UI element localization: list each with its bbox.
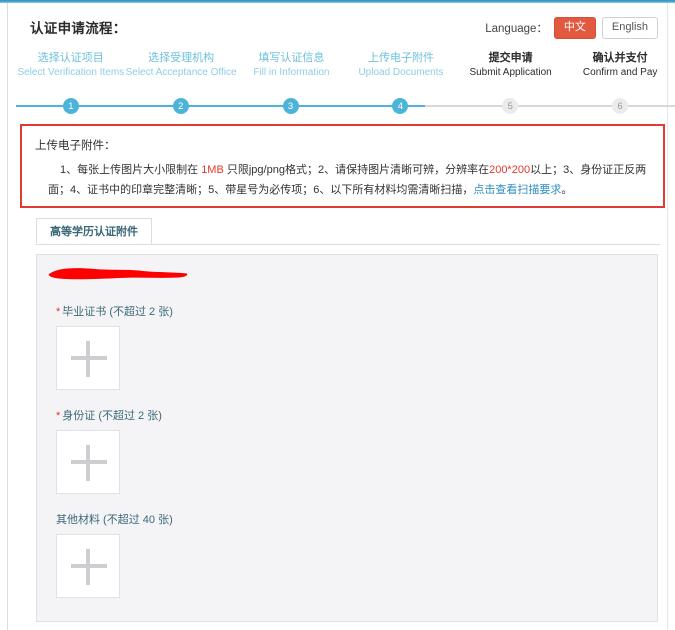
upload-box-other-materials[interactable] bbox=[56, 534, 120, 598]
plus-icon-bar bbox=[71, 460, 107, 464]
notice-text: 。 bbox=[561, 184, 573, 196]
required-asterisk: * bbox=[56, 306, 61, 318]
notice-title: 上传电子附件： bbox=[35, 140, 116, 152]
stepper-step-label-en: Submit Application bbox=[469, 67, 552, 78]
attachment-tabstrip: 高等学历认证附件 bbox=[36, 218, 660, 245]
plus-icon-bar bbox=[71, 564, 107, 568]
notice-text: 1、每张上传图片大小限制在 bbox=[60, 164, 202, 176]
notice-highlight: 1MB bbox=[201, 164, 224, 176]
progress-stepper: 选择认证项目 Select Verification Items 选择受理机构 Sel… bbox=[16, 51, 675, 114]
upload-group-id-card: * 身份证 (不超过 2 张) bbox=[56, 407, 162, 494]
stepper-step-4[interactable]: 上传电子附件 Upload Documents bbox=[346, 51, 456, 80]
upload-group-label-diploma: * 毕业证书 (不超过 2 张) bbox=[56, 303, 173, 319]
language-label: Language： bbox=[485, 23, 548, 35]
stepper-dot-cell: 3 bbox=[236, 98, 346, 114]
stepper-dot-cell: 1 bbox=[16, 98, 126, 114]
stepper-step-label-cn: 提交申请 bbox=[488, 52, 533, 64]
stepper-step-label-cn: 选择受理机构 bbox=[148, 52, 215, 64]
upload-group-label-other-materials: 其他材料 (不超过 40 张) bbox=[56, 511, 173, 527]
upload-label-text: 其他材料 (不超过 40 张) bbox=[56, 514, 173, 526]
stepper-dots: 1 2 3 4 5 6 bbox=[16, 98, 675, 114]
upload-panel: * 毕业证书 (不超过 2 张) * 身份证 (不超过 2 张) 其他材料 (不超过… bbox=[36, 254, 658, 622]
page-title: 认证申请流程： bbox=[30, 21, 127, 36]
stepper-step-6[interactable]: 确认并支付 Confirm and Pay bbox=[565, 51, 675, 80]
page-content: 认证申请流程： Language： 中文 English 选择认证项目 Selec… bbox=[8, 3, 675, 630]
upload-label-text: 毕业证书 (不超过 2 张) bbox=[62, 306, 173, 318]
stepper-dot-cell: 4 bbox=[345, 98, 455, 114]
stepper-step-label-cn: 选择认证项目 bbox=[37, 52, 104, 64]
upload-group-other-materials: 其他材料 (不超过 40 张) bbox=[56, 511, 173, 598]
notice-highlight: 200*200 bbox=[489, 164, 531, 176]
stepper-dot-5[interactable]: 5 bbox=[502, 98, 519, 114]
language-button-chinese[interactable]: 中文 bbox=[553, 17, 596, 39]
upload-group-label-id-card: * 身份证 (不超过 2 张) bbox=[56, 407, 162, 423]
stepper-rail: 1 2 3 4 5 6 bbox=[16, 98, 675, 114]
stepper-step-1[interactable]: 选择认证项目 Select Verification Items bbox=[16, 51, 126, 80]
stepper-dot-1[interactable]: 1 bbox=[62, 98, 79, 114]
stepper-step-3[interactable]: 填写认证信息 Fill in Information bbox=[237, 51, 347, 80]
upload-box-diploma[interactable] bbox=[56, 326, 120, 390]
plus-icon-bar bbox=[71, 356, 107, 360]
language-button-english[interactable]: English bbox=[601, 17, 658, 39]
language-switcher: Language： 中文 English bbox=[485, 17, 658, 39]
scan-requirements-link[interactable]: 点击查看扫描要求 bbox=[473, 184, 561, 196]
upload-label-text: 身份证 (不超过 2 张) bbox=[62, 410, 162, 422]
stepper-step-5[interactable]: 提交申请 Submit Application bbox=[456, 51, 566, 80]
stepper-dot-cell: 6 bbox=[565, 98, 675, 114]
notice-body: 1、每张上传图片大小限制在 1MB 只限jpg/png格式；2、请保持图片清晰可… bbox=[48, 160, 652, 200]
page-header: 认证申请流程： Language： 中文 English bbox=[30, 17, 658, 41]
stepper-dot-4[interactable]: 4 bbox=[392, 98, 409, 114]
stepper-dot-cell: 5 bbox=[455, 98, 565, 114]
redaction-mark bbox=[48, 268, 188, 280]
stepper-dot-3[interactable]: 3 bbox=[282, 98, 299, 114]
tab-higher-education-attachments[interactable]: 高等学历认证附件 bbox=[36, 218, 152, 244]
required-asterisk: * bbox=[56, 410, 61, 422]
upload-notice-box: 上传电子附件： 1、每张上传图片大小限制在 1MB 只限jpg/png格式；2、… bbox=[20, 124, 665, 208]
stepper-step-label-en: Upload Documents bbox=[358, 67, 444, 78]
stepper-dot-6[interactable]: 6 bbox=[612, 98, 629, 114]
stepper-labels: 选择认证项目 Select Verification Items 选择受理机构 Sel… bbox=[16, 51, 675, 80]
notice-text: 只限jpg/png格式；2、请保持图片清晰可辨，分辨率在 bbox=[223, 164, 490, 176]
stepper-step-label-en: Confirm and Pay bbox=[582, 67, 658, 78]
stepper-step-label-cn: 确认并支付 bbox=[592, 52, 648, 64]
stepper-dot-2[interactable]: 2 bbox=[172, 98, 189, 114]
stepper-step-label-cn: 上传电子附件 bbox=[367, 52, 434, 64]
stepper-step-label-cn: 填写认证信息 bbox=[258, 52, 325, 64]
upload-box-id-card[interactable] bbox=[56, 430, 120, 494]
stepper-step-label-en: Select Acceptance Office bbox=[125, 67, 237, 78]
stepper-step-label-en: Select Verification Items bbox=[17, 67, 125, 78]
stepper-dot-cell: 2 bbox=[126, 98, 236, 114]
stepper-step-2[interactable]: 选择受理机构 Select Acceptance Office bbox=[126, 51, 237, 80]
upload-group-diploma: * 毕业证书 (不超过 2 张) bbox=[56, 303, 173, 390]
stepper-step-label-en: Fill in Information bbox=[253, 67, 330, 78]
